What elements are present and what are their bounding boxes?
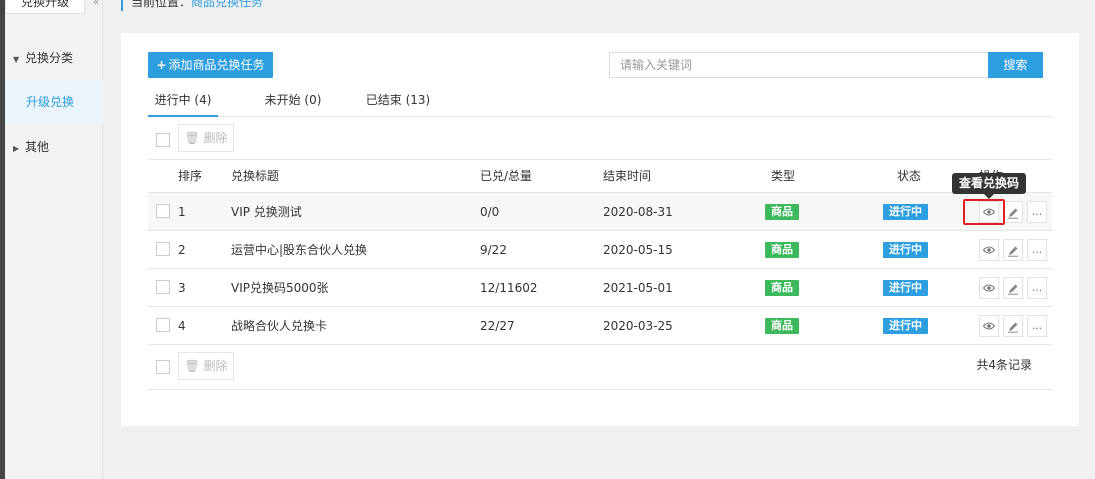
status-badge: 进行中 bbox=[883, 318, 928, 334]
row-ratio: 12/11602 bbox=[480, 281, 538, 295]
collapse-icon[interactable]: « bbox=[89, 0, 103, 14]
type-badge: 商品 bbox=[765, 280, 799, 296]
delete-label: 删除 bbox=[203, 131, 228, 145]
eye-icon bbox=[983, 284, 995, 292]
bulk-toolbar-bottom: 🗑 删除 共4条记录 bbox=[148, 344, 1052, 390]
th-status: 状态 bbox=[897, 169, 922, 183]
more-button[interactable]: ... bbox=[1027, 239, 1047, 261]
pencil-icon bbox=[1008, 284, 1018, 295]
th-type: 类型 bbox=[771, 169, 796, 183]
breadcrumb-prefix: 当前位置： bbox=[131, 0, 192, 9]
tab-in-progress[interactable]: 进行中 (4) bbox=[148, 89, 218, 117]
caret-right-icon: ▶ bbox=[13, 144, 20, 153]
table-row: 3 VIP兑换码5000张 12/11602 2021-05-01 商品 进行中… bbox=[148, 269, 1052, 307]
row-order: 3 bbox=[178, 281, 186, 295]
more-button[interactable]: ... bbox=[1027, 277, 1047, 299]
row-checkbox[interactable] bbox=[156, 242, 170, 256]
view-codes-button[interactable] bbox=[979, 239, 999, 261]
caret-down-icon: ▼ bbox=[13, 55, 20, 64]
status-badge: 进行中 bbox=[883, 280, 928, 296]
eye-icon bbox=[983, 322, 995, 330]
bulk-toolbar-top: 🗑 删除 bbox=[148, 118, 1052, 160]
sidebar-group-other[interactable]: ▶ 其他 bbox=[5, 129, 103, 165]
view-codes-button[interactable] bbox=[979, 277, 999, 299]
pencil-icon bbox=[1008, 246, 1018, 257]
row-ratio: 9/22 bbox=[480, 243, 507, 257]
table-row: 2 运营中心|股东合伙人兑换 9/22 2020-05-15 商品 进行中 ..… bbox=[148, 231, 1052, 269]
row-title: VIP 兑换测试 bbox=[231, 205, 302, 219]
plus-icon: + bbox=[156, 58, 167, 72]
row-ratio: 22/27 bbox=[480, 319, 515, 333]
more-button[interactable]: ... bbox=[1027, 315, 1047, 337]
status-badge: 进行中 bbox=[883, 242, 928, 258]
search-input[interactable] bbox=[609, 52, 989, 78]
row-end-time: 2021-05-01 bbox=[603, 281, 673, 295]
breadcrumb-current[interactable]: 商品兑换任务 bbox=[191, 0, 263, 9]
edit-button[interactable] bbox=[1003, 315, 1023, 337]
eye-icon bbox=[983, 246, 995, 254]
sidebar-item-upgrade-exchange[interactable]: 升级兑换 bbox=[5, 80, 103, 124]
th-title: 兑换标题 bbox=[231, 169, 280, 183]
row-end-time: 2020-05-15 bbox=[603, 243, 673, 257]
row-end-time: 2020-03-25 bbox=[603, 319, 673, 333]
edit-button[interactable] bbox=[1003, 277, 1023, 299]
more-button[interactable]: ... bbox=[1027, 201, 1047, 223]
highlight-box bbox=[963, 199, 1005, 225]
edit-button[interactable] bbox=[1003, 201, 1023, 223]
row-order: 4 bbox=[178, 319, 186, 333]
th-order: 排序 bbox=[178, 169, 203, 183]
table-row: 1 VIP 兑换测试 0/0 2020-08-31 商品 进行中 ... bbox=[148, 193, 1052, 231]
type-badge: 商品 bbox=[765, 204, 799, 220]
row-end-time: 2020-08-31 bbox=[603, 205, 673, 219]
sidebar-group-exchange-category[interactable]: ▼ 兑换分类 bbox=[5, 40, 103, 76]
breadcrumb: 当前位置：商品兑换任务 bbox=[121, 0, 263, 11]
row-title: 战略合伙人兑换卡 bbox=[231, 319, 328, 333]
add-exchange-task-button[interactable]: + 添加商品兑换任务 bbox=[148, 52, 273, 78]
main-panel: +添加商品兑换任务 搜索 进行中 (4) 未开始 (0) 已结束 (13) 🗑 … bbox=[121, 33, 1079, 426]
tooltip: 查看兑换码 bbox=[952, 173, 1026, 194]
row-title: VIP兑换码5000张 bbox=[231, 281, 329, 295]
type-badge: 商品 bbox=[765, 318, 799, 334]
row-title: 运营中心|股东合伙人兑换 bbox=[231, 243, 368, 257]
trash-icon: 🗑 bbox=[184, 359, 200, 373]
table-row: 4 战略合伙人兑换卡 22/27 2020-03-25 商品 进行中 ... bbox=[148, 307, 1052, 345]
edit-button[interactable] bbox=[1003, 239, 1023, 261]
sidebar: 兑换升级 « ▼ 兑换分类 升级兑换 ▶ 其他 bbox=[5, 0, 103, 479]
row-checkbox[interactable] bbox=[156, 318, 170, 332]
sidebar-top-tab[interactable]: 兑换升级 bbox=[5, 0, 85, 14]
row-checkbox[interactable] bbox=[156, 204, 170, 218]
delete-button-bottom[interactable]: 🗑 删除 bbox=[178, 352, 234, 380]
row-order: 1 bbox=[178, 205, 186, 219]
total-records: 共4条记录 bbox=[976, 358, 1032, 372]
type-badge: 商品 bbox=[765, 242, 799, 258]
th-end-time: 结束时间 bbox=[603, 169, 652, 183]
table-header: 排序 兑换标题 已兑/总量 结束时间 类型 状态 操作 bbox=[148, 160, 1052, 193]
select-all-checkbox[interactable] bbox=[156, 133, 170, 147]
sidebar-group-label: 兑换分类 bbox=[25, 51, 74, 65]
add-button-label: 添加商品兑换任务 bbox=[168, 58, 265, 72]
pencil-icon bbox=[1008, 322, 1018, 333]
th-ratio: 已兑/总量 bbox=[480, 169, 533, 183]
delete-label: 删除 bbox=[203, 359, 228, 373]
select-all-checkbox-bottom[interactable] bbox=[156, 360, 170, 374]
row-ratio: 0/0 bbox=[480, 205, 500, 219]
status-badge: 进行中 bbox=[883, 204, 928, 220]
delete-button[interactable]: 🗑 删除 bbox=[178, 124, 234, 152]
tab-not-started[interactable]: 未开始 (0) bbox=[258, 89, 328, 117]
pencil-icon bbox=[1008, 208, 1018, 219]
status-tabs: 进行中 (4) 未开始 (0) 已结束 (13) bbox=[148, 89, 1052, 117]
sidebar-group-label: 其他 bbox=[25, 140, 50, 154]
tab-ended[interactable]: 已结束 (13) bbox=[358, 89, 438, 117]
row-order: 2 bbox=[178, 243, 186, 257]
trash-icon: 🗑 bbox=[184, 131, 200, 145]
row-checkbox[interactable] bbox=[156, 280, 170, 294]
view-codes-button[interactable] bbox=[979, 315, 999, 337]
search-button[interactable]: 搜索 bbox=[988, 52, 1043, 78]
